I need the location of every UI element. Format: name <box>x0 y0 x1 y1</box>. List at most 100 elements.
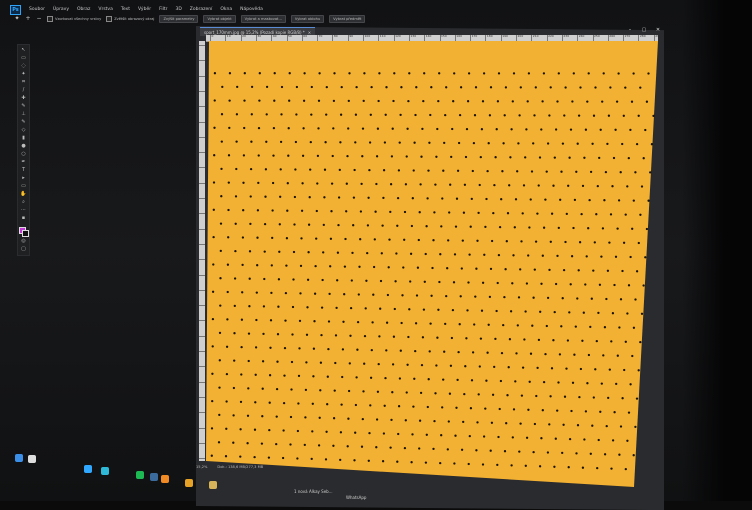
brush-tool-icon[interactable]: ✎ <box>20 104 27 109</box>
marquee-tool-icon[interactable]: ▭ <box>20 56 27 61</box>
menu-upravy[interactable]: Úpravy <box>53 7 69 12</box>
grid-dot <box>586 100 589 103</box>
files-icon[interactable] <box>209 481 217 489</box>
screen-mode-icon[interactable]: ▢ <box>20 247 27 252</box>
close-tab-icon[interactable]: × <box>308 30 311 35</box>
enhance-edge-checkbox[interactable]: Zvětšit obrazový okraj <box>106 15 154 22</box>
edge-icon[interactable] <box>101 467 109 475</box>
grid-dot <box>278 250 281 253</box>
grid-dot <box>319 389 322 392</box>
grid-dot <box>257 154 260 157</box>
subtract-selection-icon[interactable]: − <box>36 15 42 22</box>
grid-dot <box>219 277 222 280</box>
taskbar-label-2[interactable]: Alkay Seb... <box>309 489 333 494</box>
ruler-tick <box>199 45 205 46</box>
default-colors-icon[interactable]: ▪ <box>20 216 27 221</box>
menu-okna[interactable]: Okna <box>220 7 232 12</box>
grid-dot <box>537 184 540 187</box>
grid-dot <box>250 113 253 116</box>
grid-dot <box>386 293 390 297</box>
menu-obraz[interactable]: Obraz <box>77 7 90 12</box>
path-select-icon[interactable]: ▸ <box>20 176 27 181</box>
gradient-tool-icon[interactable]: ▮ <box>20 136 27 141</box>
history-brush-icon[interactable]: ✎ <box>20 120 27 125</box>
grid-dot <box>627 156 630 160</box>
windows-start-icon[interactable] <box>15 454 23 462</box>
quick-select-icon[interactable]: ✦ <box>14 15 20 22</box>
photoshop-icon[interactable] <box>84 465 92 473</box>
grid-dot <box>340 85 343 89</box>
grid-dot <box>323 168 327 171</box>
select-subject-button[interactable]: Vybrat objekt <box>203 14 236 23</box>
menu-soubor[interactable]: Soubor <box>29 7 45 12</box>
taskbar-label-1[interactable]: 1 nová <box>294 489 308 494</box>
menu-zobrazeni[interactable]: Zobrazení <box>190 7 213 12</box>
vlc-icon[interactable] <box>161 475 169 483</box>
grid-dot <box>444 113 447 117</box>
stamp-tool-icon[interactable]: ⊥ <box>20 112 27 117</box>
menu-3d[interactable]: 3D <box>175 7 181 12</box>
dodge-tool-icon[interactable]: ○ <box>20 152 27 157</box>
lasso-tool-icon[interactable]: ◌ <box>20 64 27 69</box>
close-window-icon[interactable]: ✕ <box>654 27 662 33</box>
menu-text[interactable]: Text <box>121 7 130 12</box>
search-icon[interactable] <box>28 455 36 463</box>
healing-tool-icon[interactable]: ✚ <box>20 96 27 101</box>
eraser-tool-icon[interactable]: ◇ <box>20 128 27 133</box>
add-selection-icon[interactable]: + <box>25 15 31 22</box>
grid-dot <box>213 126 216 129</box>
grid-dot <box>370 348 373 352</box>
pen-tool-icon[interactable]: ✒ <box>20 160 27 165</box>
grid-dot <box>373 238 376 241</box>
grid-dot <box>227 154 231 157</box>
blur-tool-icon[interactable]: ● <box>20 144 27 149</box>
select-and-mask-button[interactable]: Vybrat a maskovat... <box>240 14 286 23</box>
menu-filtr[interactable]: Filtr <box>159 7 167 12</box>
grid-dot <box>279 168 282 171</box>
grid-dot <box>562 268 566 272</box>
taskbar-label-3[interactable]: WhatsApp <box>346 495 366 500</box>
zoom-tool-icon[interactable]: ⌕ <box>20 200 27 205</box>
grid-dot <box>369 376 373 379</box>
grid-dot <box>375 418 379 421</box>
image-canvas[interactable] <box>206 41 660 487</box>
chrome-icon[interactable] <box>185 479 193 487</box>
grid-dot <box>409 280 412 283</box>
grid-dot <box>319 361 323 364</box>
grid-dot <box>631 227 634 230</box>
quick-mask-icon[interactable]: ◎ <box>20 239 27 244</box>
grid-dot <box>645 227 649 231</box>
grid-dot <box>640 185 644 188</box>
menu-napoveda[interactable]: Nápověda <box>240 7 263 12</box>
option-button-1[interactable]: Zvýšit parametry <box>159 14 199 23</box>
eyedropper-tool-icon[interactable]: / <box>20 88 27 93</box>
grid-dot <box>561 142 565 145</box>
menu-vrstva[interactable]: Vrstva <box>98 7 112 12</box>
grid-dot <box>614 255 618 258</box>
grid-dot <box>226 318 229 321</box>
minimize-icon[interactable]: – <box>626 27 634 33</box>
grid-dot <box>503 295 506 299</box>
type-tool-icon[interactable]: T <box>20 168 27 173</box>
grid-dot <box>568 311 571 314</box>
move-tool-icon[interactable]: ↖ <box>20 48 27 53</box>
sample-all-layers-checkbox[interactable]: Vzorkovat všechny vrstvy <box>47 15 101 22</box>
crop-tool-icon[interactable]: ⌗ <box>20 80 27 85</box>
grid-dot <box>496 281 499 285</box>
more-tools-icon[interactable]: ⋯ <box>20 208 27 213</box>
hand-tool-icon[interactable]: ✋ <box>20 192 27 197</box>
steam-icon[interactable] <box>150 473 158 481</box>
background-color-swatch[interactable] <box>22 230 29 237</box>
select-object-button[interactable]: Vybrat předmět <box>329 14 366 23</box>
grid-dot <box>632 326 636 329</box>
shape-tool-icon[interactable]: ▭ <box>20 184 27 189</box>
spotify-icon[interactable] <box>136 471 144 479</box>
grid-dot <box>339 431 343 434</box>
grid-dot <box>516 170 519 173</box>
grid-dot <box>619 171 622 174</box>
vertical-ruler[interactable] <box>199 41 205 461</box>
menu-vyber[interactable]: Výběr <box>138 7 151 12</box>
maximize-icon[interactable]: ▢ <box>640 27 648 33</box>
select-sky-button[interactable]: Vybrat oblohu <box>290 14 325 23</box>
quick-select-tool-icon[interactable]: ✦ <box>20 72 27 77</box>
